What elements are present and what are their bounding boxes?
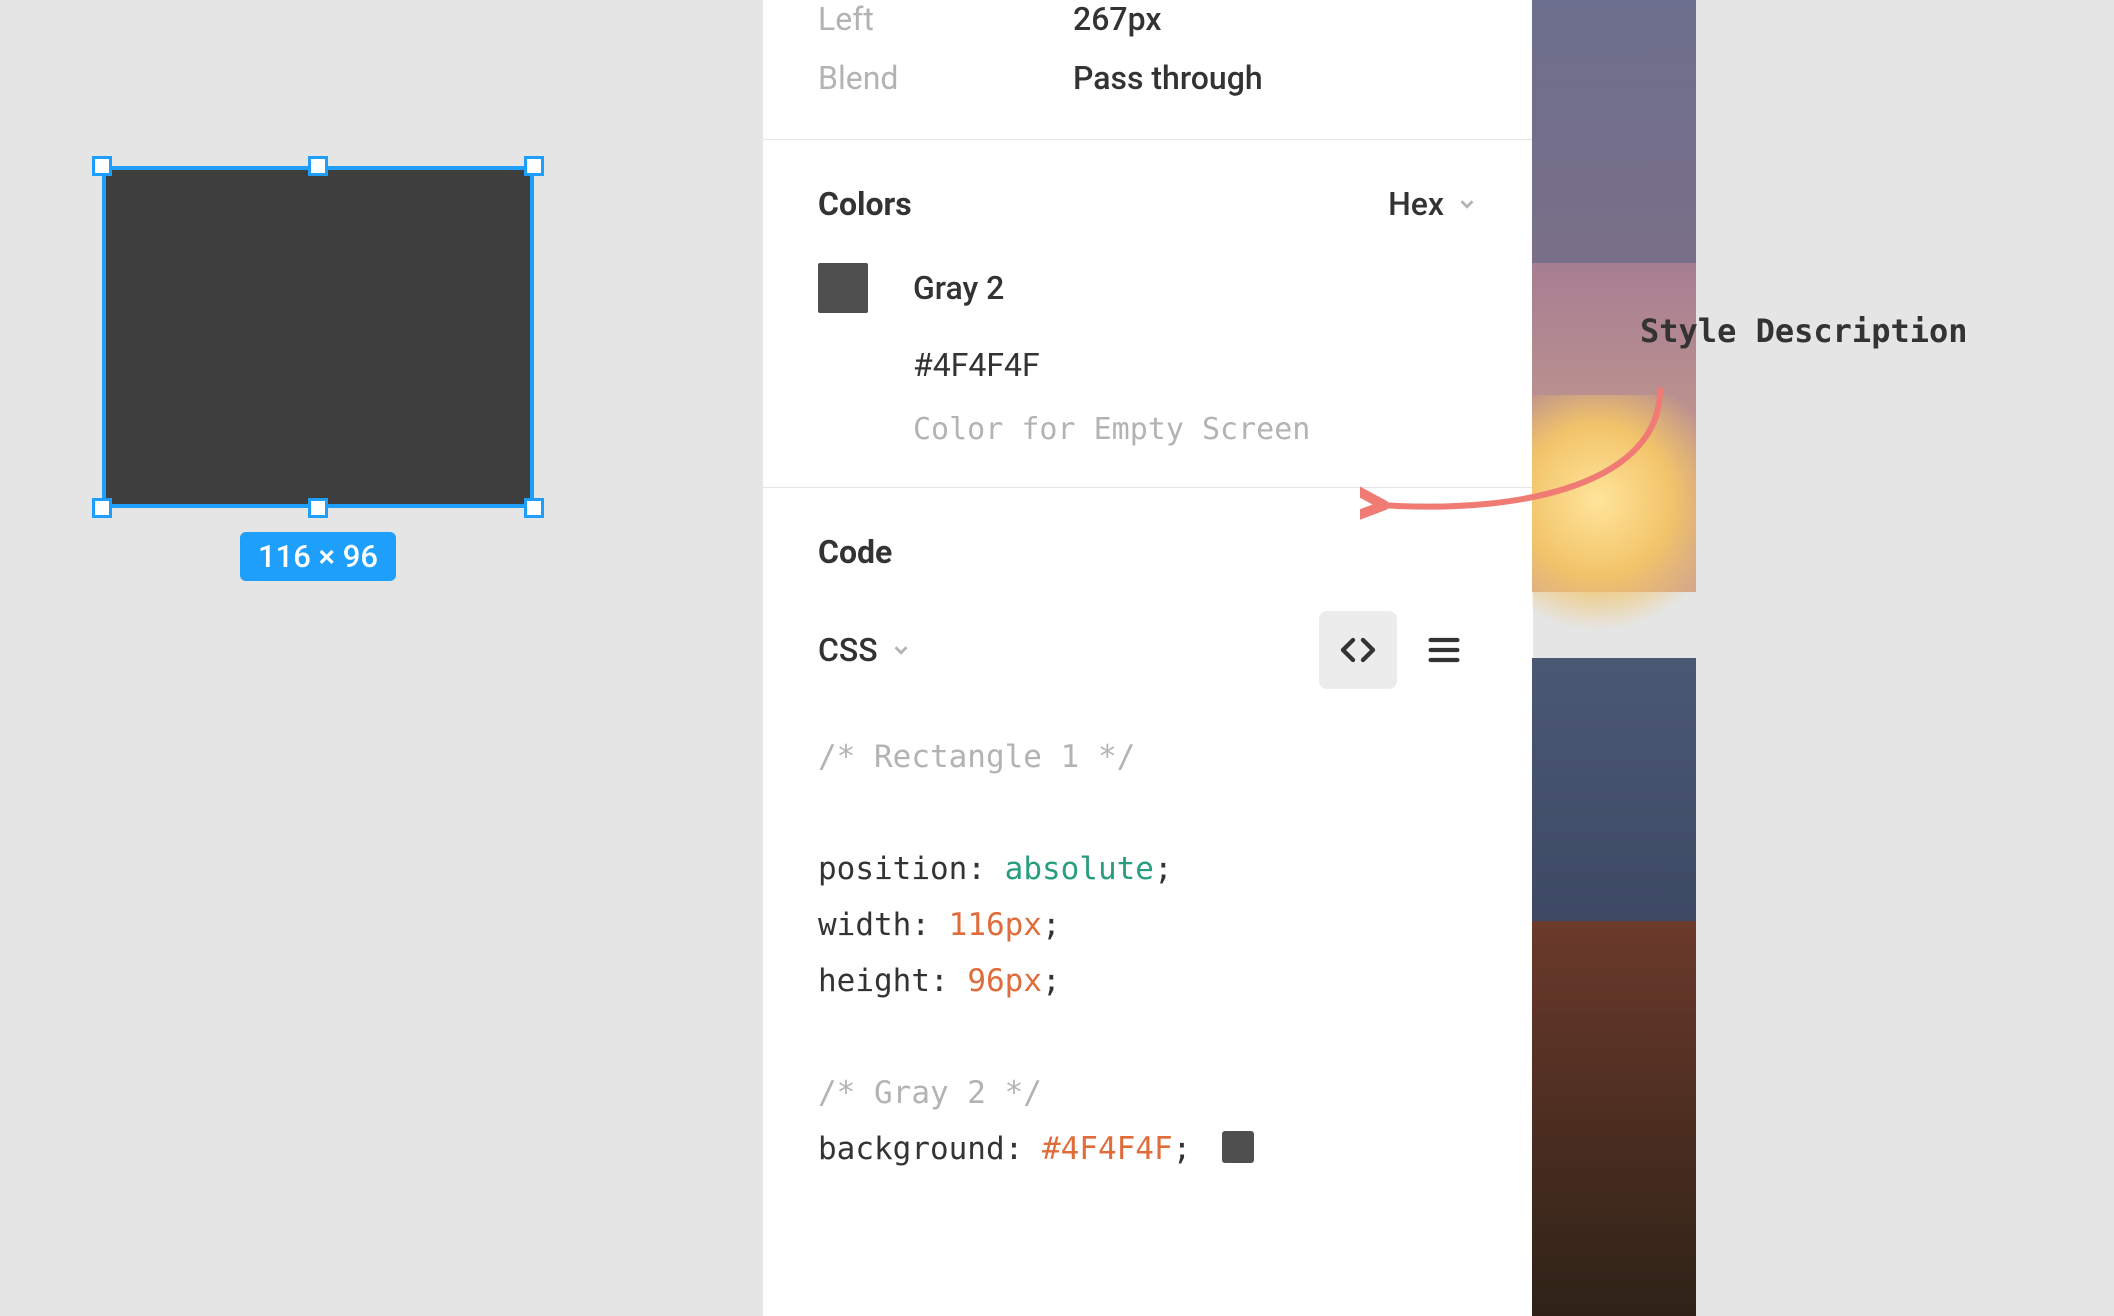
code-line: background: #4F4F4F; [818, 1121, 1478, 1177]
code-line: position: absolute; [818, 841, 1478, 897]
color-hex[interactable]: #4F4F4F [818, 346, 1478, 384]
resize-handle-top-right[interactable] [524, 156, 544, 176]
section-title: Colors [818, 185, 912, 223]
resize-handle-bottom-right[interactable] [524, 498, 544, 518]
color-name: Gray 2 [913, 269, 1004, 307]
inline-color-swatch[interactable] [1222, 1131, 1254, 1163]
code-view-table-button[interactable] [1405, 611, 1483, 689]
code-editor[interactable]: /* Rectangle 1 */ position: absolute; wi… [763, 719, 1533, 1177]
annotation-label: Style Description [1640, 312, 1968, 350]
canvas-selection[interactable]: 116 × 96 [94, 158, 542, 516]
inspector-panel: Left 267px Blend Pass through Colors Hex… [763, 0, 1533, 1316]
code-line: width: 116px; [818, 897, 1478, 953]
code-language-dropdown[interactable]: CSS [818, 631, 912, 669]
chevron-down-icon [890, 639, 912, 661]
color-description: Color for Empty Screen [818, 412, 1478, 447]
code-comment: /* Rectangle 1 */ [818, 729, 1478, 785]
code-icon [1338, 630, 1378, 670]
list-icon [1424, 630, 1464, 670]
resize-handle-top-middle[interactable] [308, 156, 328, 176]
code-comment: /* Gray 2 */ [818, 1065, 1478, 1121]
code-line: height: 96px; [818, 953, 1478, 1009]
property-value[interactable]: Pass through [1073, 59, 1263, 97]
property-label: Blend [818, 59, 1073, 97]
color-format-dropdown[interactable]: Hex [1388, 185, 1478, 223]
resize-handle-bottom-left[interactable] [92, 498, 112, 518]
selected-rectangle[interactable] [102, 166, 534, 508]
code-view-toggle [1319, 611, 1483, 689]
code-view-code-button[interactable] [1319, 611, 1397, 689]
colors-section-header: Colors Hex [763, 140, 1533, 248]
color-style-row[interactable]: Gray 2 #4F4F4F Color for Empty Screen [763, 248, 1533, 487]
color-format-value: Hex [1388, 185, 1444, 223]
resize-handle-top-left[interactable] [92, 156, 112, 176]
code-language-value: CSS [818, 631, 878, 669]
property-value[interactable]: 267px [1073, 0, 1161, 38]
chevron-down-icon [1456, 193, 1478, 215]
background-image-strip [1532, 0, 1696, 1316]
resize-handle-bottom-middle[interactable] [308, 498, 328, 518]
color-swatch[interactable] [818, 263, 868, 313]
section-title: Code [818, 533, 892, 571]
property-row-blend: Blend Pass through [763, 42, 1533, 114]
code-section-header: Code [763, 488, 1533, 591]
property-row-left: Left 267px [763, 0, 1533, 42]
property-label: Left [818, 0, 1073, 38]
code-language-control: CSS [763, 591, 1533, 719]
selection-dimensions-badge: 116 × 96 [240, 532, 396, 581]
